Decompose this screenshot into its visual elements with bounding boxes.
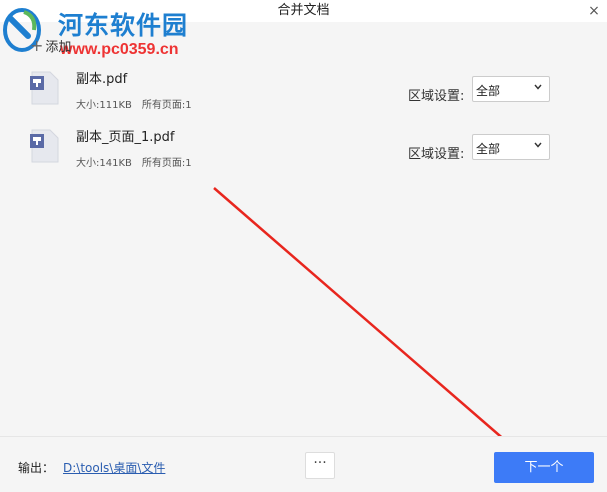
- window-title: 合并文档: [277, 3, 330, 18]
- add-button[interactable]: + 添加: [30, 36, 71, 55]
- output-label: 输出：: [18, 461, 55, 475]
- file-meta: 大小:111KB 所有页面:1: [76, 96, 202, 111]
- file-pages: 所有页面:1: [141, 158, 192, 169]
- pdf-file-icon: [30, 71, 59, 105]
- file-row: 副本_页面_1.pdf 大小:141KB 所有页面:1 区域设置: 全部: [0, 122, 607, 180]
- next-button[interactable]: 下一个: [494, 452, 594, 483]
- output-path-link[interactable]: D:\tools\桌面\文件: [63, 459, 165, 476]
- file-meta: 大小:141KB 所有页面:1: [76, 154, 202, 169]
- file-name: 副本_页面_1.pdf: [76, 130, 175, 145]
- chevron-down-icon: [534, 142, 542, 148]
- region-setting-label: 区域设置:: [408, 89, 465, 104]
- region-setting-label: 区域设置:: [408, 147, 465, 162]
- close-button[interactable]: ×: [585, 0, 603, 22]
- plus-icon: +: [30, 36, 44, 55]
- watermark-url: www.pc0359.cn: [60, 41, 179, 58]
- file-size: 大小:111KB: [76, 100, 132, 111]
- pdf-file-icon: [30, 129, 59, 163]
- file-row: 副本.pdf 大小:111KB 所有页面:1 区域设置: 全部: [0, 64, 607, 122]
- file-size: 大小:141KB: [76, 158, 132, 169]
- add-label: 添加: [45, 40, 72, 55]
- region-select[interactable]: 全部: [472, 76, 550, 102]
- file-pages: 所有页面:1: [141, 100, 192, 111]
- file-name: 副本.pdf: [76, 72, 128, 87]
- region-select-value: 全部: [476, 84, 501, 98]
- footer: 输出： D:\tools\桌面\文件 ··· 下一个: [0, 436, 607, 492]
- region-select[interactable]: 全部: [472, 134, 550, 160]
- region-select-value: 全部: [476, 142, 501, 156]
- watermark-name: 河东软件园: [58, 11, 189, 40]
- chevron-down-icon: [534, 84, 542, 90]
- arrow-line: [213, 187, 508, 443]
- browse-button[interactable]: ···: [305, 452, 335, 479]
